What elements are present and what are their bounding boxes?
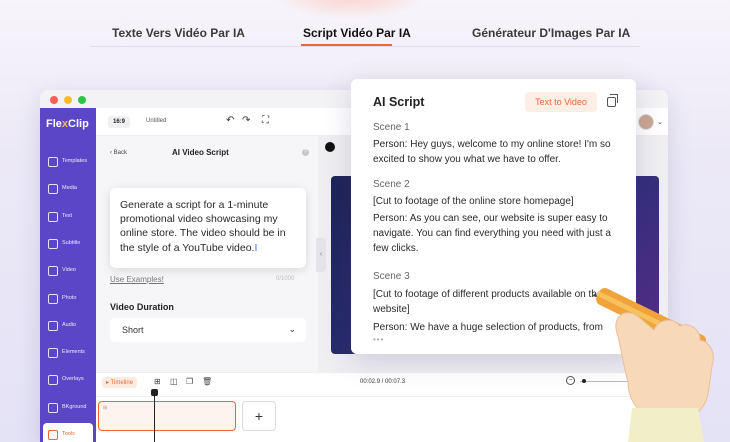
back-button[interactable]: ‹ Back xyxy=(110,150,127,156)
elements-icon xyxy=(48,348,58,359)
video-icon xyxy=(48,266,58,277)
tab-ai-image-generator[interactable]: Générateur D'Images Par IA xyxy=(472,26,630,40)
sidebar-item-label: Templates xyxy=(62,158,88,164)
media-icon xyxy=(48,184,58,195)
overlays-icon xyxy=(48,375,58,386)
timeline-ruler xyxy=(96,389,668,397)
scene-heading: Scene 2 xyxy=(373,179,410,190)
video-duration-select[interactable]: Short ⌄ xyxy=(110,318,306,342)
scene-line: [Cut to footage of different products av… xyxy=(373,289,603,315)
sidebar-item-overlays[interactable]: Overlays xyxy=(40,368,96,394)
ai-video-script-panel: ‹ Back AI Video Script ? Generate a scri… xyxy=(96,136,318,372)
sidebar-item-elements[interactable]: Elements xyxy=(40,341,96,367)
sidebar-item-templates[interactable]: Templates xyxy=(40,150,96,176)
text-to-video-button[interactable]: Text to Video xyxy=(525,92,597,112)
feature-tabs: Texte Vers Vidéo Par IA Script Vidéo Par… xyxy=(0,26,730,46)
scene-line: [Cut to footage of the online store home… xyxy=(373,196,574,207)
minimize-window-button[interactable] xyxy=(64,96,72,104)
ai-script-title: AI Script xyxy=(373,95,425,109)
scene-heading: Scene 1 xyxy=(373,122,410,133)
undo-icon[interactable]: ↶ xyxy=(226,116,234,126)
sidebar-item-video[interactable]: Video xyxy=(40,259,96,285)
redo-icon[interactable]: ↷ xyxy=(242,116,250,126)
sidebar-item-audio[interactable]: Audio xyxy=(40,314,96,340)
delete-icon[interactable]: 🗑 xyxy=(202,377,212,386)
maximize-window-button[interactable] xyxy=(78,96,86,104)
prompt-input[interactable]: Generate a script for a 1-minute promoti… xyxy=(110,188,306,268)
sidebar-item-bkground[interactable]: BKground xyxy=(40,396,96,422)
add-clip-button[interactable]: + xyxy=(242,401,276,431)
timeline-clip[interactable]: ⊞ xyxy=(98,401,236,431)
scene-heading: Scene 3 xyxy=(373,271,410,282)
sidebar-item-label: Video xyxy=(62,267,76,274)
sidebar-item-label: BKground xyxy=(62,403,87,410)
scene-line: Person: As you can see, our website is s… xyxy=(373,213,611,254)
tab-text-to-video[interactable]: Texte Vers Vidéo Par IA xyxy=(112,26,245,40)
timeline-time: 00:02.9 / 00:07.3 xyxy=(360,379,406,385)
sidebar-item-label: Subtitle xyxy=(62,239,81,246)
chevron-down-icon: ⌄ xyxy=(288,324,296,334)
scene-line: Person: Hey guys, welcome to my online s… xyxy=(373,139,611,165)
fit-screen-icon[interactable]: ⛶ xyxy=(262,116,269,126)
playhead[interactable] xyxy=(154,389,155,442)
text-cursor-icon: I xyxy=(254,241,258,254)
project-name[interactable]: Untitled xyxy=(146,118,166,124)
chevron-down-icon[interactable]: ⌄ xyxy=(657,118,663,126)
sidebar-item-label: Elements xyxy=(62,349,85,356)
hand-with-pencil-illustration xyxy=(592,288,714,442)
help-icon[interactable]: ? xyxy=(302,149,309,156)
tools-icon xyxy=(48,430,58,440)
text-icon xyxy=(48,211,58,222)
sidebar-item-label: Media xyxy=(62,185,77,192)
top-glow xyxy=(270,0,430,20)
avatar[interactable] xyxy=(638,114,654,130)
color-swatch[interactable] xyxy=(325,142,335,152)
copy-icon[interactable] xyxy=(607,94,618,107)
video-duration-label: Video Duration xyxy=(110,302,174,312)
character-counter: 0/1000 xyxy=(276,276,295,282)
audio-icon xyxy=(48,320,58,331)
duplicate-icon[interactable]: ❐ xyxy=(186,377,193,386)
sidebar-item-tools[interactable]: Tools xyxy=(43,423,93,442)
duration-value: Short xyxy=(122,325,144,335)
sidebar-item-label: Photo xyxy=(62,294,77,301)
close-window-button[interactable] xyxy=(50,96,58,104)
sidebar-item-label: Text xyxy=(62,212,73,219)
sidebar-item-text[interactable]: Text xyxy=(40,205,96,231)
hand-icon xyxy=(615,312,714,442)
editor-sidebar: FlexClip Templates Media Text Subtitle Video… xyxy=(40,108,96,442)
timeline-panel: ▸ Timeline ⊞ ◫ ❐ 🗑 00:02.9 / 00:07.3 − ⊞… xyxy=(96,372,668,442)
tab-ai-video-script[interactable]: Script Vidéo Par IA xyxy=(303,26,411,40)
more-indicator: ••• xyxy=(373,335,385,344)
clip-tag-icon: ⊞ xyxy=(103,405,108,411)
timeline-toggle-button[interactable]: ▸ Timeline xyxy=(102,377,138,388)
collapse-panel-handle[interactable]: ‹ xyxy=(316,238,326,272)
sidebar-item-subtitle[interactable]: Subtitle xyxy=(40,232,96,258)
photo-icon xyxy=(48,293,58,304)
sidebar-item-media[interactable]: Media xyxy=(40,177,96,203)
subtitle-icon xyxy=(48,238,58,249)
scene-line: Person: We have a huge selection of prod… xyxy=(373,322,603,333)
sidebar-item-photo[interactable]: Photo xyxy=(40,287,96,313)
sidebar-item-label: Audio xyxy=(62,321,77,328)
flexclip-logo: FlexClip xyxy=(46,118,89,130)
templates-icon xyxy=(48,157,58,167)
use-examples-link[interactable]: Use Examples! xyxy=(110,275,164,284)
add-icon[interactable]: ⊞ xyxy=(154,377,161,386)
sidebar-item-label: Tools xyxy=(62,431,75,437)
zoom-out-icon[interactable]: − xyxy=(566,376,575,385)
panel-title: AI Video Script xyxy=(172,148,229,157)
zoom-slider-knob[interactable] xyxy=(582,379,586,383)
sidebar-item-label: Overlays xyxy=(62,376,84,383)
aspect-ratio-button[interactable]: 16:9 xyxy=(108,116,131,128)
background-icon xyxy=(48,402,58,413)
split-icon[interactable]: ◫ xyxy=(170,377,178,386)
tabs-divider xyxy=(90,46,640,47)
playhead-handle[interactable] xyxy=(151,389,158,396)
